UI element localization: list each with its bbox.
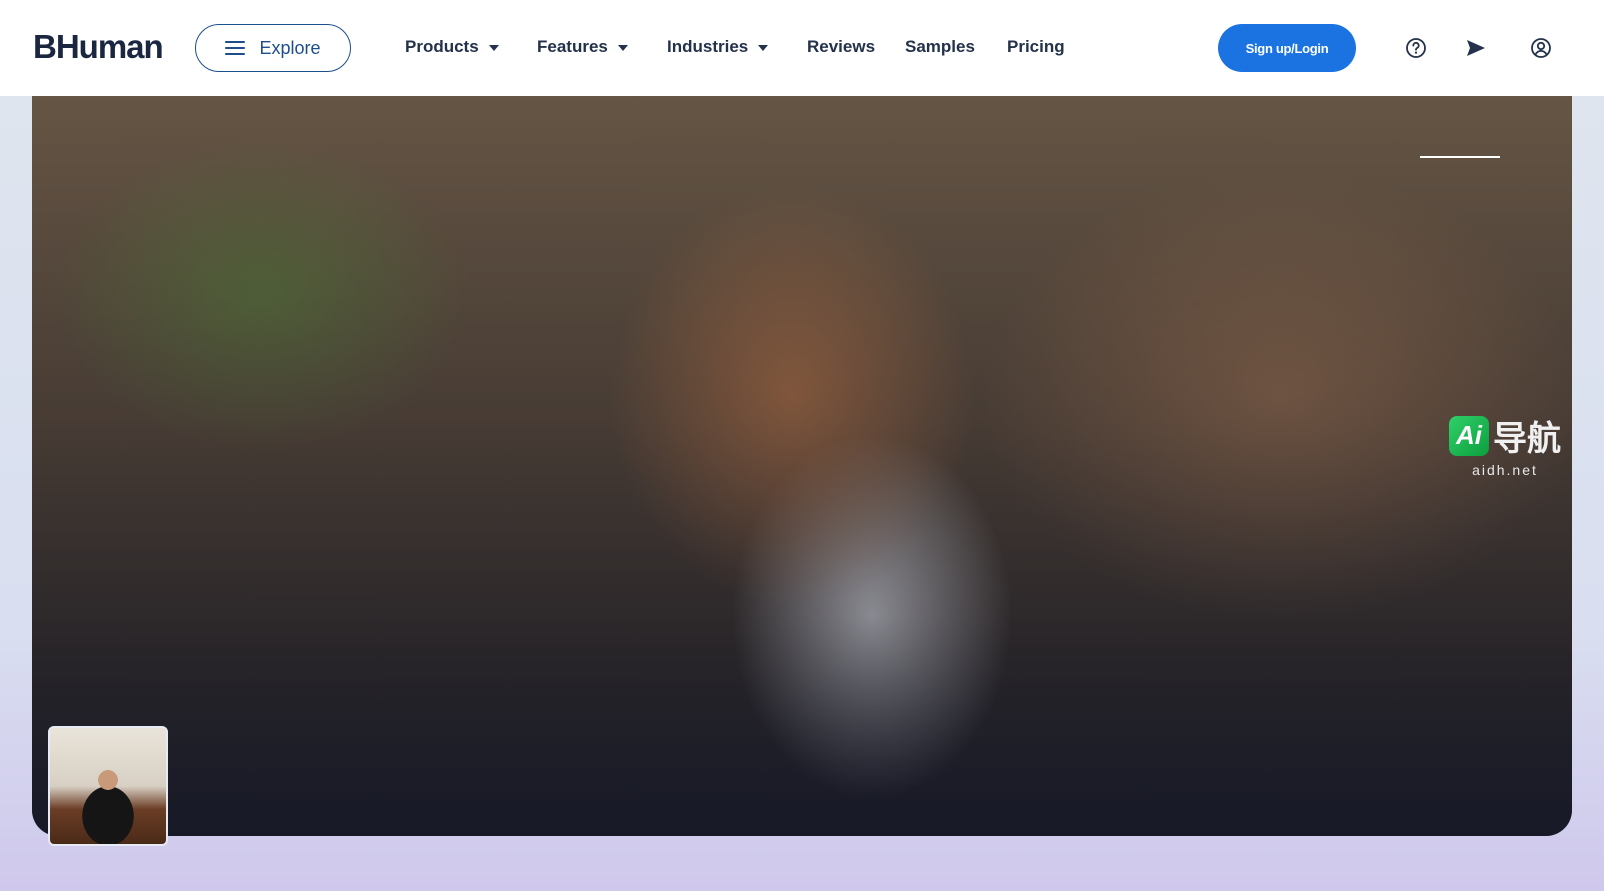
nav-pricing[interactable]: Pricing bbox=[1007, 37, 1065, 57]
nav-samples[interactable]: Samples bbox=[905, 37, 975, 57]
explore-label: Explore bbox=[259, 37, 321, 58]
top-navigation-bar: BHuman Explore Products Features Industr… bbox=[0, 0, 1604, 96]
send-icon[interactable] bbox=[1463, 35, 1489, 61]
picture-in-picture-thumbnail[interactable] bbox=[48, 726, 168, 846]
watermark: Ai 导航 aidh.net bbox=[1449, 411, 1561, 478]
nav-products-label: Products bbox=[405, 37, 479, 56]
signup-login-button[interactable]: Sign up/Login bbox=[1218, 24, 1356, 72]
nav-pricing-label: Pricing bbox=[1007, 37, 1065, 56]
slide-indicator[interactable] bbox=[1420, 156, 1500, 158]
nav-reviews-label: Reviews bbox=[807, 37, 876, 56]
nav-samples-label: Samples bbox=[905, 37, 975, 56]
watermark-text: 导航 bbox=[1493, 420, 1561, 458]
watermark-url: aidh.net bbox=[1472, 462, 1538, 478]
help-circle-icon[interactable] bbox=[1403, 35, 1429, 61]
user-circle-icon[interactable] bbox=[1528, 35, 1554, 61]
nav-products[interactable]: Products bbox=[405, 37, 499, 57]
nav-reviews[interactable]: Reviews bbox=[807, 37, 875, 57]
nav-industries[interactable]: Industries bbox=[667, 37, 769, 57]
hero-video-image[interactable]: Ai 导航 aidh.net bbox=[32, 96, 1572, 836]
nav-features-label: Features bbox=[537, 37, 608, 56]
nav-features[interactable]: Features bbox=[537, 37, 628, 57]
caret-down-icon bbox=[617, 45, 628, 51]
caret-down-icon bbox=[488, 45, 499, 51]
explore-button[interactable]: Explore bbox=[195, 24, 351, 72]
hamburger-menu-icon bbox=[225, 41, 246, 55]
watermark-ai-badge: Ai bbox=[1449, 415, 1489, 456]
bhuman-logo[interactable]: BHuman bbox=[33, 28, 164, 66]
nav-industries-label: Industries bbox=[667, 37, 749, 56]
caret-down-icon bbox=[758, 45, 769, 51]
